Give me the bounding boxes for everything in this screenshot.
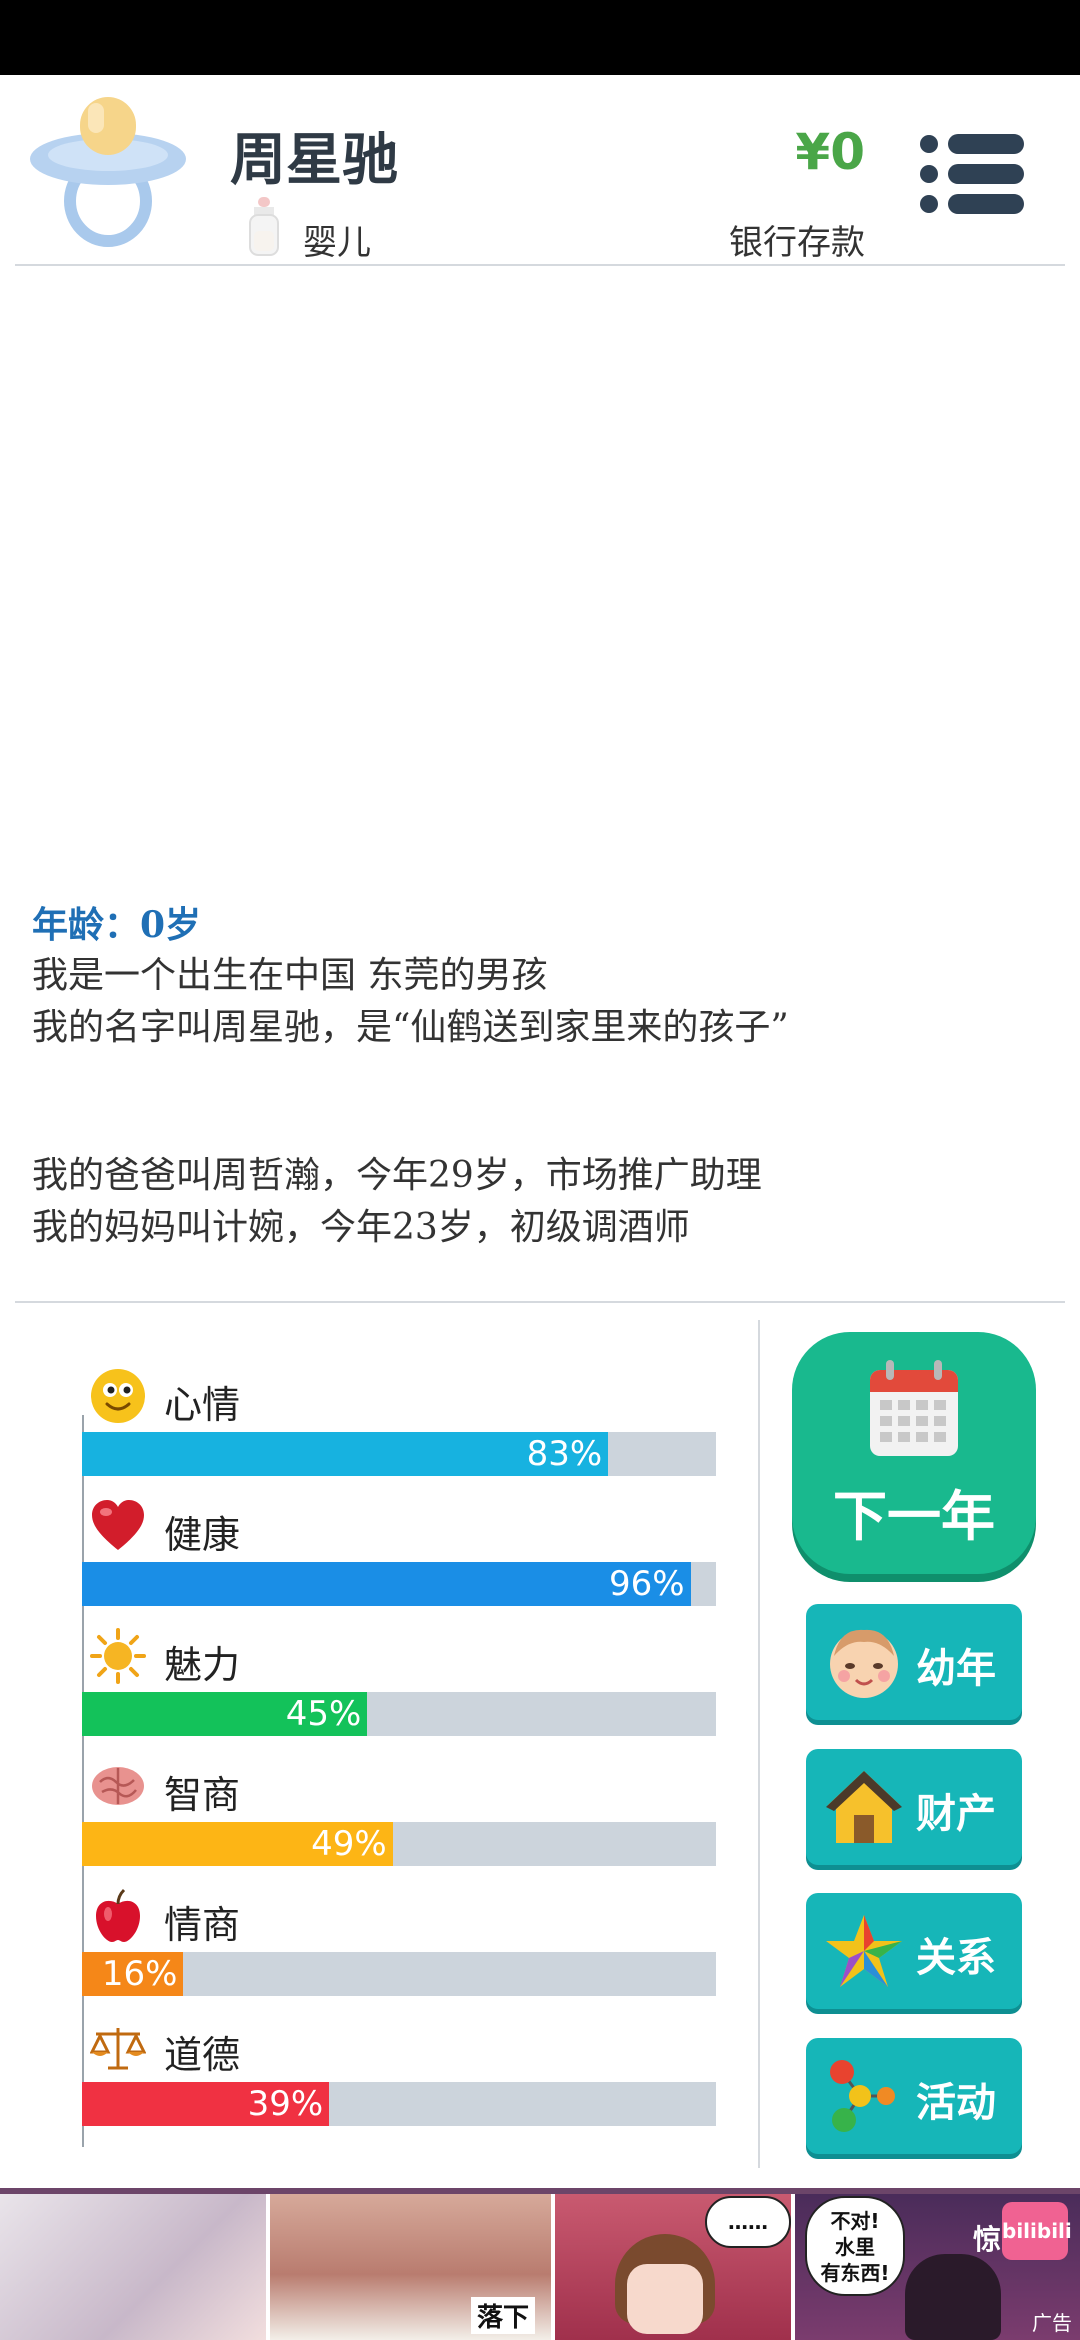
sun-icon: [90, 1628, 146, 1684]
calendar-icon: [870, 1360, 958, 1456]
header-divider: [15, 264, 1065, 266]
stat-bar: 39%: [82, 2082, 716, 2126]
stat-bar: 83%: [82, 1432, 716, 1476]
story-log: 年龄：0岁 我是一个出生在中国 东莞的男孩 我的名字叫周星驰，是“仙鹤送到家里来…: [32, 900, 1052, 1254]
header: 周星驰 婴儿 ¥0 银行存款: [0, 75, 1080, 267]
menu-icon[interactable]: [918, 129, 1028, 219]
bank-balance: ¥0: [795, 123, 865, 181]
ad-panel: [0, 2194, 270, 2340]
relations-label: 关系: [916, 1935, 996, 1981]
stat-value: 16%: [101, 1954, 178, 1994]
stat-bar: 49%: [82, 1822, 716, 1866]
stat-eq: 情商 16%: [82, 1888, 716, 2018]
story-line: 我是一个出生在中国 东莞的男孩: [32, 955, 548, 996]
stat-bar: 16%: [82, 1952, 716, 1996]
star-icon: [826, 1915, 902, 1987]
assets-label: 财产: [916, 1791, 996, 1837]
stat-label: 道德: [164, 2033, 241, 2077]
stat-bar: 96%: [82, 1562, 716, 1606]
baby-face-icon: [830, 1629, 898, 1698]
next-year-label: 下一年: [833, 1485, 995, 1548]
ad-badge: bilibili: [1002, 2202, 1072, 2260]
story-divider: [15, 1301, 1065, 1303]
stat-bar-fill: 49%: [82, 1822, 393, 1866]
house-icon: [826, 1771, 902, 1843]
childhood-label: 幼年: [916, 1646, 996, 1692]
stat-label: 情商: [164, 1903, 241, 1947]
ad-caption: 落下: [470, 2297, 535, 2334]
smiley-icon: [91, 1369, 145, 1423]
stat-charm: 魅力 45%: [82, 1628, 716, 1758]
stat-morality: 道德 39%: [82, 2018, 716, 2148]
molecule-icon: [830, 2060, 895, 2132]
heart-icon: [92, 1500, 144, 1550]
brain-icon: [92, 1767, 144, 1805]
stat-value: 96%: [609, 1564, 685, 1604]
ad-side-text: 惊: [973, 2223, 1002, 2256]
stat-label: 魅力: [164, 1643, 241, 1687]
ad-bubble: ……: [705, 2196, 791, 2248]
assets-button[interactable]: 财产: [806, 1749, 1022, 1865]
stat-bar-fill: 45%: [82, 1692, 368, 1736]
stat-bar-fill: 83%: [82, 1432, 609, 1476]
ad-panel: ……: [555, 2194, 795, 2340]
player-name: 周星驰: [230, 128, 398, 193]
life-stage: 婴儿: [303, 223, 371, 263]
stat-bar-fill: 16%: [82, 1952, 184, 1996]
story-line: 我的名字叫周星驰，是“仙鹤送到家里来的孩子”: [32, 1007, 789, 1048]
stat-health: 健康 96%: [82, 1498, 716, 1628]
column-divider: [758, 1320, 760, 2168]
story-line: 我的爸爸叫周哲瀚，今年29岁，市场推广助理: [32, 1155, 762, 1196]
next-year-button[interactable]: 下一年: [792, 1332, 1036, 1574]
stat-value: 39%: [247, 2084, 324, 2124]
activities-label: 活动: [916, 2080, 996, 2126]
ad-panel: 落下: [270, 2194, 555, 2340]
apple-icon: [96, 1888, 140, 1942]
stat-label: 心情: [164, 1383, 241, 1427]
stat-mood: 心情 83%: [82, 1368, 716, 1498]
stat-bar: 45%: [82, 1692, 716, 1736]
status-bar: [0, 0, 1080, 75]
stat-value: 83%: [526, 1434, 603, 1474]
ad-bubble: 不对! 水里 有东西!: [805, 2196, 905, 2296]
ad-label: 广告: [1032, 2311, 1072, 2335]
bank-balance-label: 银行存款: [729, 223, 865, 263]
pacifier-icon: [30, 97, 186, 247]
baby-bottle-icon: [249, 197, 279, 256]
childhood-button[interactable]: 幼年: [806, 1604, 1022, 1720]
age-heading: 年龄：0岁: [32, 904, 202, 946]
scales-icon: [90, 2028, 146, 2070]
stat-bar-fill: 39%: [82, 2082, 330, 2126]
stats-panel: 心情 83% 健康 96% 魅力 45% 智商 49% 情商 16% 道德 39…: [0, 1320, 760, 2165]
stat-value: 49%: [311, 1824, 387, 1864]
stat-label: 健康: [164, 1513, 241, 1557]
stat-bar-fill: 96%: [82, 1562, 691, 1606]
stat-label: 智商: [164, 1773, 241, 1817]
ad-banner[interactable]: 落下 …… 不对! 水里 有东西! 惊 bilibili 广告: [0, 2188, 1080, 2340]
stat-value: 45%: [285, 1694, 362, 1734]
relations-button[interactable]: 关系: [806, 1893, 1022, 2009]
stat-iq: 智商 49%: [82, 1758, 716, 1888]
activities-button[interactable]: 活动: [806, 2038, 1022, 2154]
story-line: 我的妈妈叫计婉，今年23岁，初级调酒师: [32, 1207, 690, 1248]
